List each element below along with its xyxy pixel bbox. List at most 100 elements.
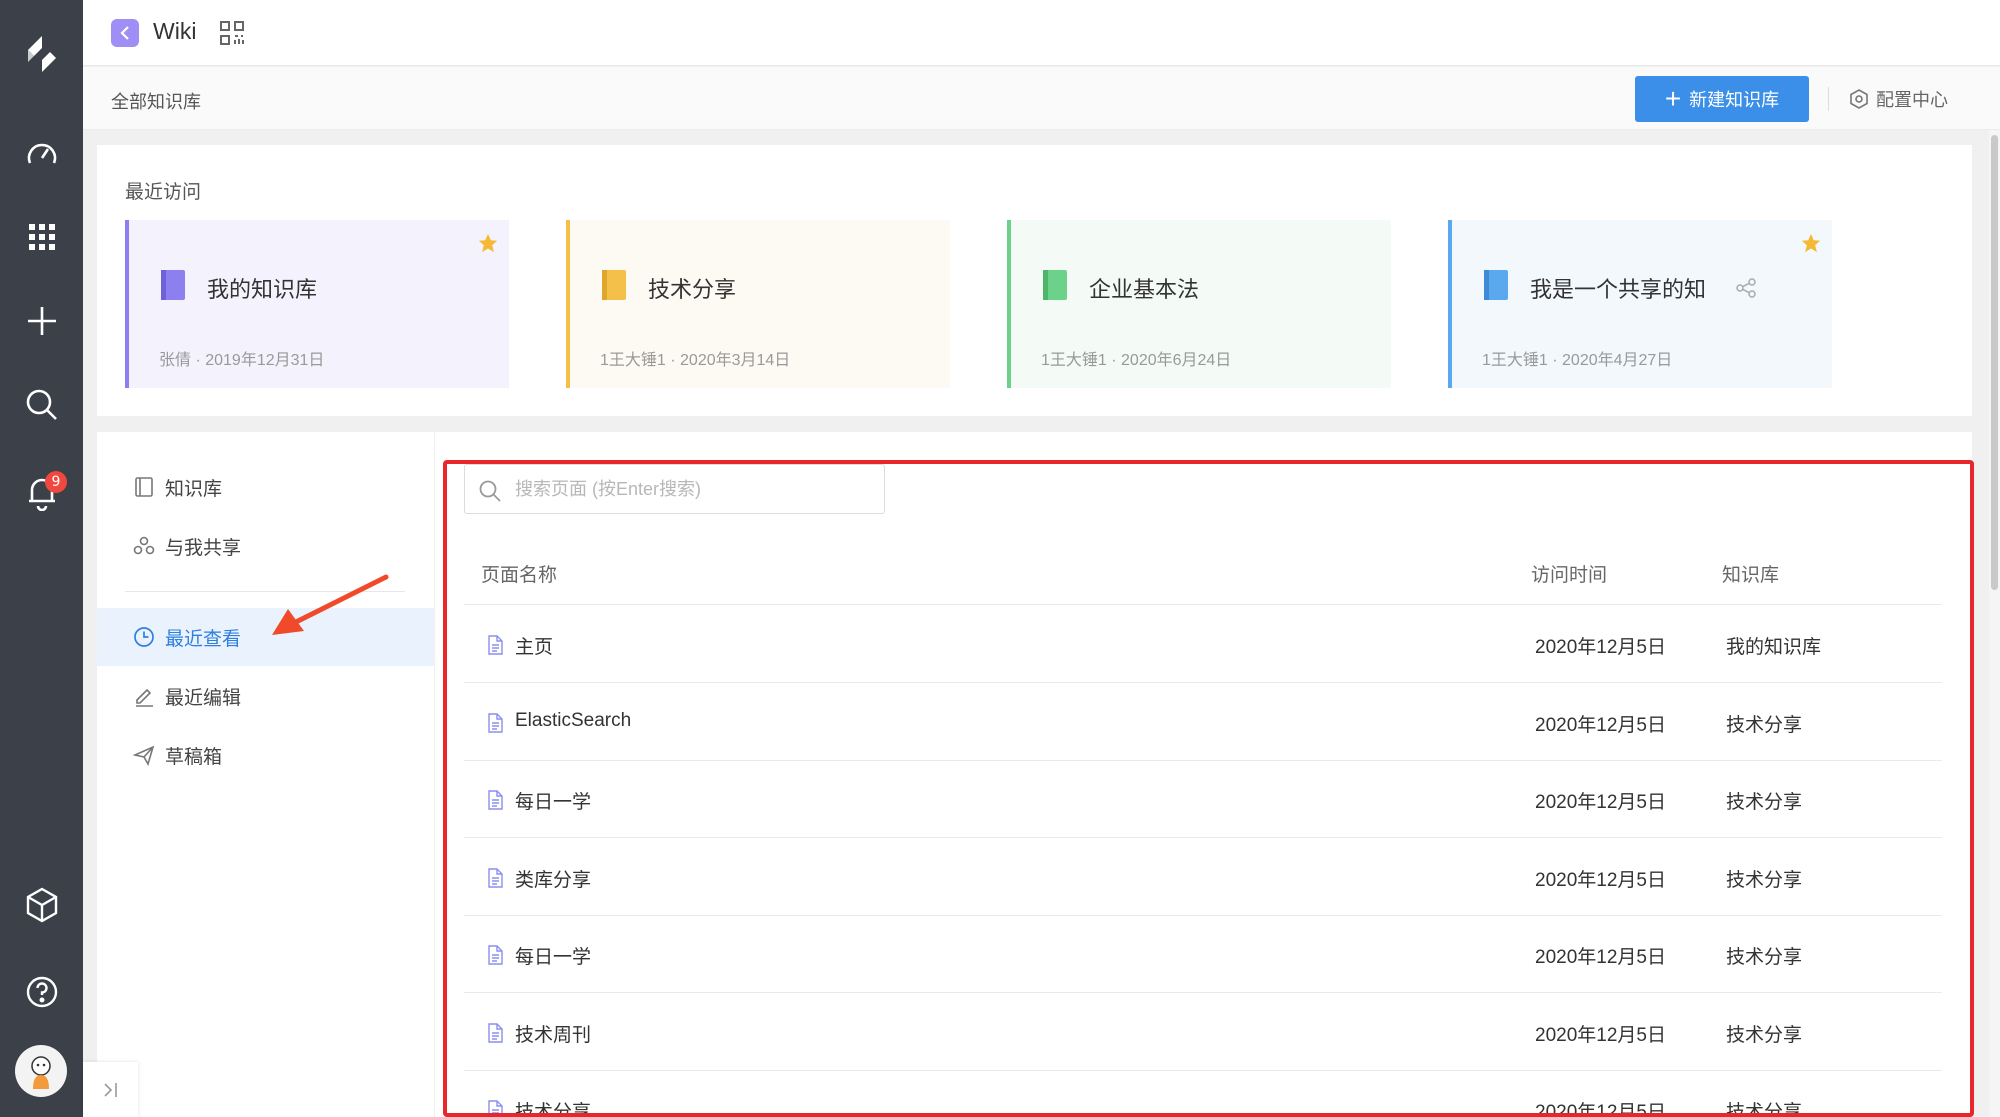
table-row[interactable]: 类库分享 2020年12月5日 技术分享: [464, 839, 1942, 916]
nav-item-knowledge-base[interactable]: 知识库: [97, 458, 434, 516]
visit-time: 2020年12月5日: [1535, 1102, 1666, 1117]
book-icon: [1041, 268, 1071, 307]
notification-badge: 9: [45, 471, 67, 493]
recent-card[interactable]: 我的知识库 张倩 · 2019年12月31日: [125, 220, 509, 388]
nav-item-recently-edited[interactable]: 最近编辑: [97, 667, 434, 725]
share-users-icon: [133, 536, 155, 555]
card-meta: 1王大锤1 · 2020年6月24日: [1041, 352, 1232, 369]
library-name[interactable]: 技术分享: [1726, 787, 1802, 814]
document-icon: [486, 635, 504, 661]
recent-visits-title: 最近访问: [125, 182, 202, 203]
table-row[interactable]: 技术周刊 2020年12月5日 技术分享: [464, 994, 1942, 1071]
help-icon[interactable]: [0, 962, 83, 1022]
collapse-sidebar-button[interactable]: [83, 1062, 138, 1117]
table-row[interactable]: ElasticSearch 2020年12月5日 技术分享: [464, 684, 1942, 761]
breadcrumb[interactable]: 全部知识库: [111, 88, 201, 114]
nav-item-drafts[interactable]: 草稿箱: [97, 726, 434, 784]
document-icon: [486, 790, 504, 816]
sub-header: 全部知识库 + 新建知识库 配置中心: [83, 67, 2000, 130]
annotation-arrow: [272, 574, 389, 635]
card-title: 企业基本法: [1089, 277, 1200, 302]
search-icon[interactable]: [0, 375, 83, 435]
table-row[interactable]: 每日一学 2020年12月5日 技术分享: [464, 761, 1942, 838]
page-name[interactable]: 每日一学: [515, 787, 591, 814]
nav-item-label: 草稿箱: [165, 746, 223, 768]
document-icon: [486, 945, 504, 971]
book-icon: [1482, 268, 1512, 307]
library-name[interactable]: 技术分享: [1726, 1020, 1802, 1047]
card-title: 技术分享: [648, 277, 737, 302]
notification-bell-icon[interactable]: 9: [0, 463, 83, 523]
recent-card[interactable]: 我是一个共享的知 1王大锤1 · 2020年4月27日: [1448, 220, 1832, 388]
card-meta: 1王大锤1 · 2020年4月27日: [1482, 352, 1673, 369]
document-icon: [486, 1100, 504, 1117]
recent-card[interactable]: 技术分享 1王大锤1 · 2020年3月14日: [566, 220, 950, 388]
cube-icon[interactable]: [0, 875, 83, 935]
page-name[interactable]: 技术分享: [515, 1097, 591, 1117]
new-library-label: 新建知识库: [1689, 90, 1780, 110]
top-bar: Wiki: [83, 0, 2000, 66]
search-input[interactable]: [515, 465, 875, 513]
book-icon: [135, 477, 153, 497]
plus-icon: +: [1664, 83, 1682, 114]
page-name[interactable]: ElasticSearch: [515, 710, 631, 732]
page-name[interactable]: 类库分享: [515, 865, 591, 892]
document-icon: [486, 1022, 504, 1049]
page-search-box[interactable]: [464, 464, 885, 514]
nav-item-label: 知识库: [165, 478, 223, 500]
recent-card[interactable]: 企业基本法 1王大锤1 · 2020年6月24日: [1007, 220, 1391, 388]
page-name[interactable]: 每日一学: [515, 942, 591, 969]
new-library-button[interactable]: + 新建知识库: [1635, 76, 1809, 122]
recent-visits-panel: 最近访问 我的知识库 张倩 · 2019年12月31日 技术分享 1王大锤1 ·…: [97, 145, 1972, 416]
book-icon: [159, 268, 189, 307]
document-icon: [486, 712, 504, 739]
library-name[interactable]: 技术分享: [1726, 942, 1802, 969]
send-icon: [133, 745, 155, 766]
wiki-logo-icon: [111, 19, 139, 47]
settings-hexagon-icon: [1850, 89, 1868, 109]
qr-code-icon[interactable]: [219, 20, 245, 51]
library-side-nav: 知识库 与我共享 最近查看 最近编辑 草稿箱: [97, 432, 434, 1117]
library-name[interactable]: 技术分享: [1726, 710, 1802, 737]
card-title: 我是一个共享的知: [1530, 277, 1707, 302]
visit-time: 2020年12月5日: [1535, 792, 1666, 813]
page-name[interactable]: 主页: [515, 632, 553, 659]
column-header-library[interactable]: 知识库: [1722, 560, 1779, 587]
column-header-page-name[interactable]: 页面名称: [481, 560, 557, 587]
visit-time: 2020年12月5日: [1535, 1024, 1666, 1046]
book-icon: [600, 268, 630, 307]
app-title: Wiki: [153, 18, 197, 44]
visit-time: 2020年12月5日: [1535, 637, 1666, 658]
nav-item-label: 最近查看: [165, 628, 242, 650]
star-icon[interactable]: [1800, 232, 1822, 259]
scrollbar-thumb[interactable]: [1991, 135, 1998, 590]
table-header: 页面名称 访问时间 知识库: [464, 545, 1942, 605]
library-name[interactable]: 技术分享: [1726, 1097, 1802, 1117]
visit-time: 2020年12月5日: [1535, 869, 1666, 891]
config-center-button[interactable]: 配置中心: [1848, 86, 1948, 112]
visit-time: 2020年12月5日: [1535, 947, 1666, 968]
add-icon[interactable]: [0, 291, 83, 351]
search-icon: [479, 480, 501, 502]
library-name[interactable]: 技术分享: [1726, 865, 1802, 892]
collapse-icon: [103, 1082, 117, 1097]
edit-icon: [136, 688, 153, 707]
nav-item-label: 最近编辑: [165, 687, 242, 709]
table-row[interactable]: 技术分享 2020年12月5日 技术分享: [464, 1071, 1942, 1117]
document-icon: [486, 867, 504, 894]
library-name[interactable]: 我的知识库: [1726, 632, 1821, 659]
share-icon: [1735, 277, 1757, 304]
app-logo-icon[interactable]: [0, 24, 83, 84]
star-icon[interactable]: [477, 232, 499, 259]
divider: [1828, 87, 1829, 111]
table-row[interactable]: 每日一学 2020年12月5日 技术分享: [464, 916, 1942, 993]
dashboard-icon[interactable]: [0, 124, 83, 184]
page-name[interactable]: 技术周刊: [515, 1020, 591, 1047]
nav-item-label: 与我共享: [165, 537, 242, 559]
visit-time: 2020年12月5日: [1535, 714, 1666, 736]
apps-grid-icon[interactable]: [0, 207, 83, 267]
avatar[interactable]: [15, 1045, 67, 1097]
column-header-visit-time[interactable]: 访问时间: [1531, 560, 1607, 587]
table-row[interactable]: 主页 2020年12月5日 我的知识库: [464, 606, 1942, 683]
page-scrollbar[interactable]: [1989, 130, 2000, 1117]
